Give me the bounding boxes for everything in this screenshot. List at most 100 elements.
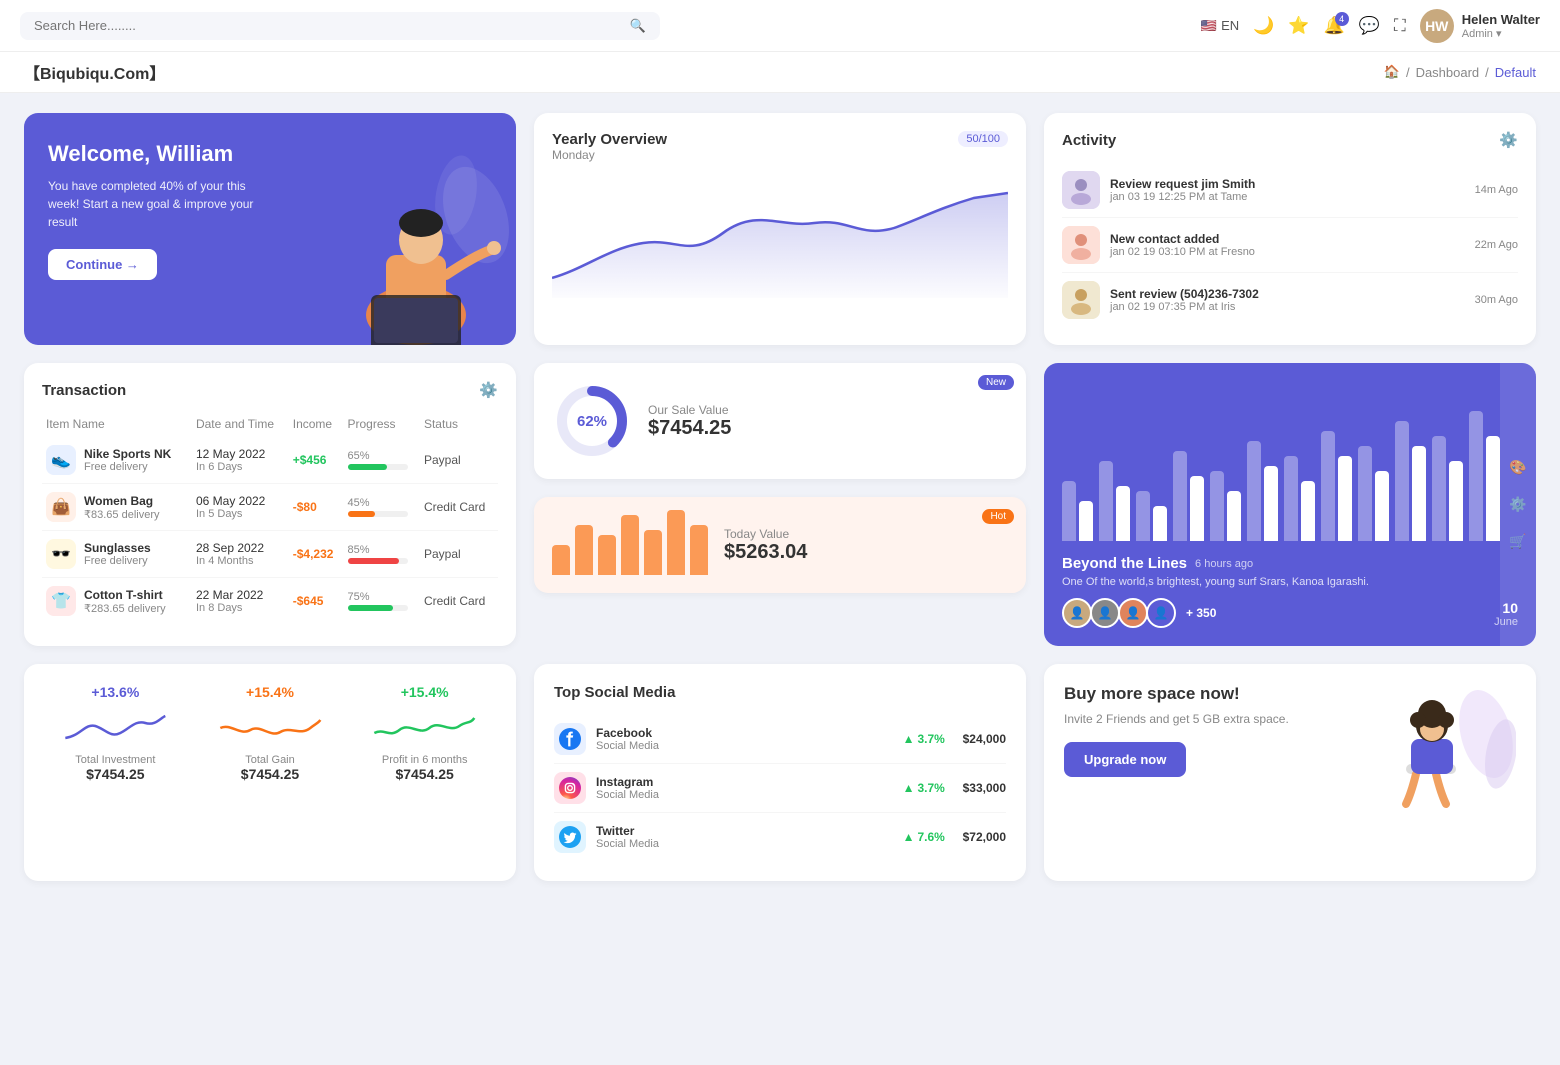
favorites-button[interactable]: ⭐ xyxy=(1288,16,1309,36)
language-selector[interactable]: 🇺🇸 EN xyxy=(1201,18,1239,34)
social-info-0: Facebook Social Media xyxy=(596,726,893,752)
bar-light-5 xyxy=(1247,441,1261,541)
user-name: Helen Walter xyxy=(1462,12,1540,27)
prog-label-2: 85% xyxy=(348,544,416,556)
upgrade-button[interactable]: Upgrade now xyxy=(1064,742,1186,777)
dark-mode-toggle[interactable]: 🌙 xyxy=(1253,16,1274,36)
search-bar[interactable]: 🔍 xyxy=(20,12,660,40)
cell-progress-0: 65% xyxy=(344,437,420,484)
cell-income-0: +$456 xyxy=(289,437,344,484)
transaction-title: Transaction xyxy=(42,382,126,399)
messages-button[interactable]: 💬 xyxy=(1359,16,1380,36)
activity-title-1: New contact added xyxy=(1110,232,1465,246)
bar-group-11 xyxy=(1469,411,1500,541)
welcome-subtitle: You have completed 40% of your this week… xyxy=(48,177,268,231)
fullscreen-button[interactable]: ⛶ xyxy=(1394,16,1406,36)
progress-bar-3 xyxy=(348,605,408,611)
status-0: Paypal xyxy=(424,453,461,467)
search-input[interactable] xyxy=(34,18,622,33)
transaction-table: Item Name Date and Time Income Progress … xyxy=(42,411,498,624)
activity-time-0: 14m Ago xyxy=(1475,184,1518,196)
bar-group-8 xyxy=(1358,446,1389,541)
nav-icons: 🇺🇸 EN 🌙 ⭐ 🔔 4 💬 ⛶ HW Helen Walter Admin … xyxy=(1201,9,1540,43)
sale-value-card: New 62% Our Sale Value $7454.25 xyxy=(534,363,1026,479)
bar-white-3 xyxy=(1190,476,1204,541)
transaction-settings-icon[interactable]: ⚙️ xyxy=(479,381,498,399)
avatar-1: 👤 xyxy=(1062,598,1092,628)
item-name-1: Women Bag xyxy=(84,494,160,508)
cell-item-2: 🕶️ Sunglasses Free delivery xyxy=(42,531,192,578)
side-actions: 🎨 ⚙️ 🛒 xyxy=(1500,363,1536,646)
progress-bar-0 xyxy=(348,464,408,470)
sale-amount: $7454.25 xyxy=(648,417,731,440)
item-name-3: Cotton T-shirt xyxy=(84,588,166,602)
flag-icon: 🇺🇸 xyxy=(1201,18,1217,34)
social-pct-2: ▲ 7.6% xyxy=(903,830,953,844)
activity-settings-icon[interactable]: ⚙️ xyxy=(1499,131,1518,149)
table-row-2: 🕶️ Sunglasses Free delivery 28 Sep 2022 … xyxy=(42,531,498,578)
bar-group-6 xyxy=(1284,456,1315,541)
side-action-palette[interactable]: 🎨 xyxy=(1509,459,1526,476)
bar-chart xyxy=(1062,381,1518,541)
item-icon-2: 🕶️ xyxy=(46,539,76,569)
stat-label-1: Total Gain xyxy=(245,754,295,766)
continue-button[interactable]: Continue → xyxy=(48,249,157,280)
status-3: Credit Card xyxy=(424,594,485,608)
social-media-card: Top Social Media Facebook Social Media ▲… xyxy=(534,664,1026,881)
welcome-illustration xyxy=(316,113,516,345)
activity-item-2: Sent review (504)236-7302 jan 02 19 07:3… xyxy=(1062,273,1518,327)
cell-status-0: Paypal xyxy=(420,437,498,484)
notifications-button[interactable]: 🔔 4 xyxy=(1323,16,1344,36)
stat-value-0: $7454.25 xyxy=(86,766,144,782)
item-name-0: Nike Sports NK xyxy=(84,447,171,461)
side-action-settings[interactable]: ⚙️ xyxy=(1509,496,1526,513)
avatar-row: 👤 👤 👤 👤 + 350 xyxy=(1062,598,1216,628)
date-1: 06 May 2022 xyxy=(196,494,285,508)
table-row-1: 👜 Women Bag ₹83.65 delivery 06 May 2022 … xyxy=(42,484,498,531)
item-sub-1: ₹83.65 delivery xyxy=(84,508,160,521)
activity-info-0: Review request jim Smith jan 03 19 12:25… xyxy=(1110,177,1465,203)
col-progress: Progress xyxy=(344,411,420,437)
mini-bar-2 xyxy=(575,525,593,575)
cell-item-0: 👟 Nike Sports NK Free delivery xyxy=(42,437,192,484)
stat-profit: +15.4% Profit in 6 months $7454.25 xyxy=(353,684,496,861)
cell-date-3: 22 Mar 2022 In 8 Days xyxy=(192,578,289,625)
progress-fill-3 xyxy=(348,605,393,611)
yearly-title: Yearly Overview xyxy=(552,131,667,148)
facebook-icon xyxy=(554,723,586,755)
bar-group-0 xyxy=(1062,481,1093,541)
col-date: Date and Time xyxy=(192,411,289,437)
brand-name: 【Biqubiqu.Com】 xyxy=(24,60,165,84)
item-sub-0: Free delivery xyxy=(84,461,171,473)
activity-time-2: 30m Ago xyxy=(1475,294,1518,306)
progress-bar-1 xyxy=(348,511,408,517)
yearly-badge: 50/100 xyxy=(958,131,1008,147)
table-row-3: 👕 Cotton T-shirt ₹283.65 delivery 22 Mar… xyxy=(42,578,498,625)
item-sub-3: ₹283.65 delivery xyxy=(84,602,166,615)
breadcrumb-dashboard[interactable]: Dashboard xyxy=(1416,65,1480,80)
today-label: Today Value xyxy=(724,527,807,541)
bar-white-7 xyxy=(1338,456,1352,541)
stat-investment: +13.6% Total Investment $7454.25 xyxy=(44,684,187,861)
progress-fill-2 xyxy=(348,558,399,564)
mini-bar-6 xyxy=(667,510,685,575)
bar-group-10 xyxy=(1432,436,1463,541)
cell-status-1: Credit Card xyxy=(420,484,498,531)
user-profile[interactable]: HW Helen Walter Admin ▾ xyxy=(1420,9,1540,43)
avatar-3: 👤 xyxy=(1118,598,1148,628)
breadcrumb-sep1: / xyxy=(1406,65,1410,80)
bar-group-2 xyxy=(1136,491,1167,541)
side-action-cart[interactable]: 🛒 xyxy=(1509,533,1526,550)
search-icon: 🔍 xyxy=(630,18,646,34)
item-icon-3: 👕 xyxy=(46,586,76,616)
social-amount-0: $24,000 xyxy=(963,732,1006,746)
home-icon[interactable]: 🏠 xyxy=(1384,64,1400,80)
promo-title: Buy more space now! xyxy=(1064,684,1364,704)
activity-info-2: Sent review (504)236-7302 jan 02 19 07:3… xyxy=(1110,287,1465,313)
bar-light-7 xyxy=(1321,431,1335,541)
today-mini-bars xyxy=(552,515,708,575)
welcome-card: Welcome, William You have completed 40% … xyxy=(24,113,516,345)
activity-sub-1: jan 02 19 03:10 PM at Fresno xyxy=(1110,246,1465,258)
income-1: -$80 xyxy=(293,500,317,514)
date-0: 12 May 2022 xyxy=(196,447,285,461)
